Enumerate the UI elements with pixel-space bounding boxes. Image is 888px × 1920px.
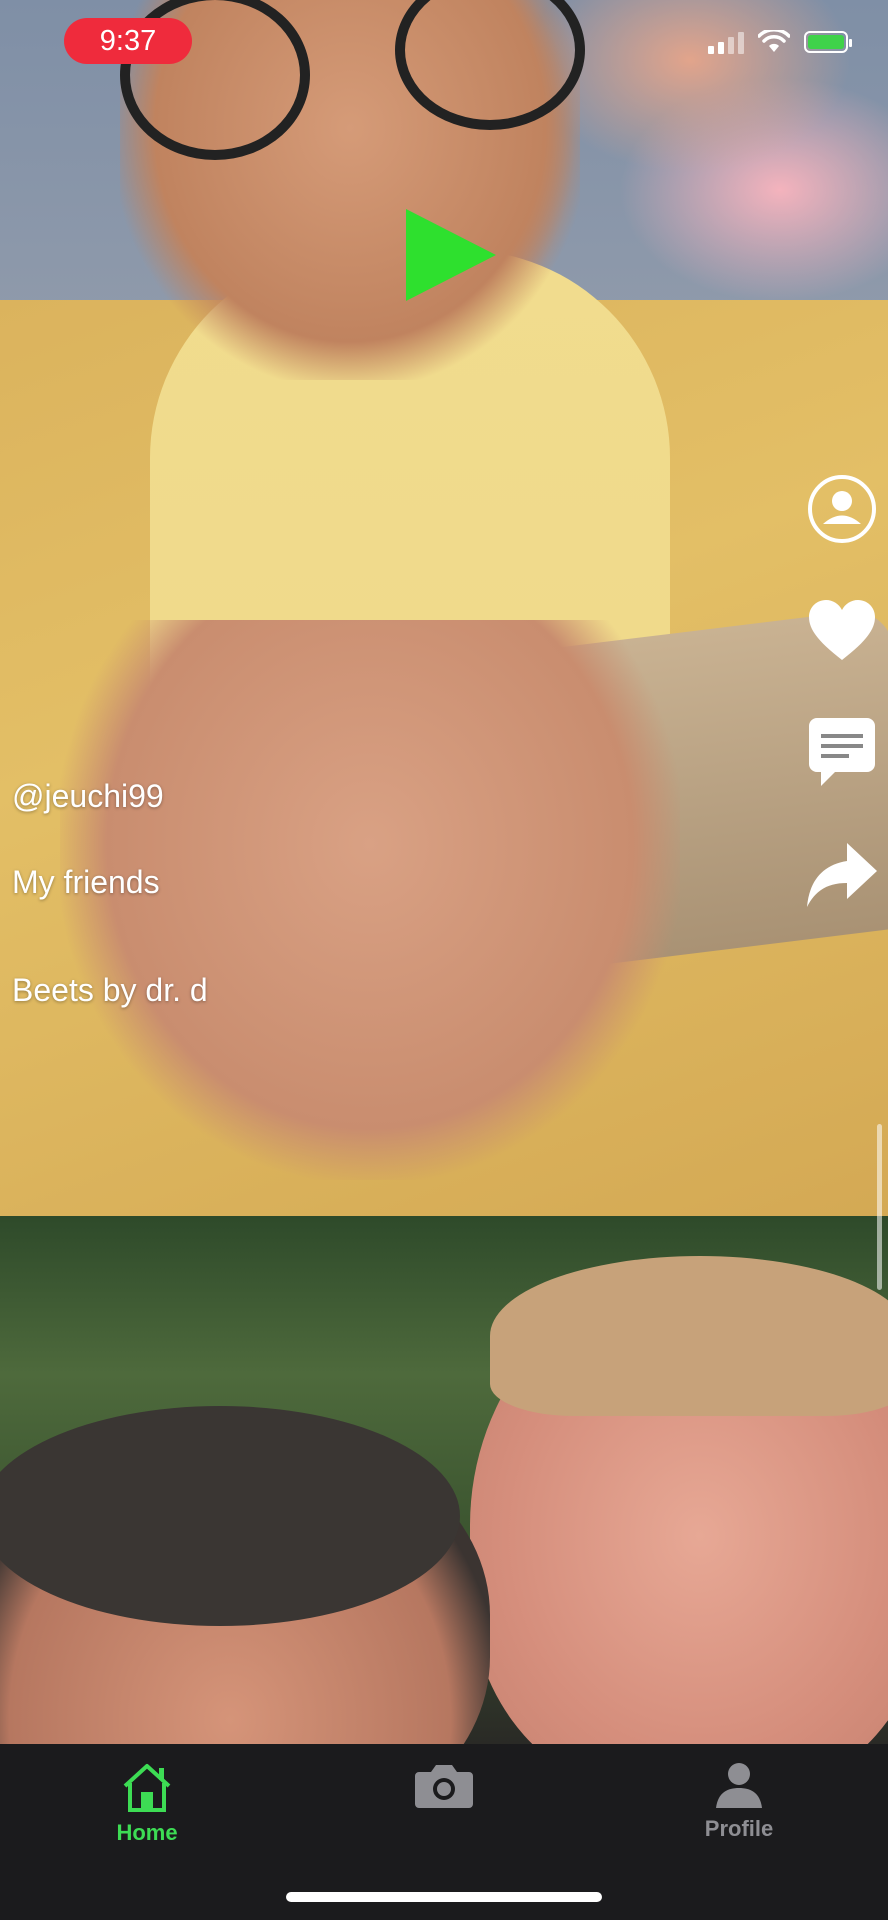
wifi-icon bbox=[758, 30, 790, 52]
like-button[interactable] bbox=[803, 592, 881, 670]
video-song[interactable]: Beets by dr. d bbox=[12, 972, 208, 1009]
status-icons bbox=[708, 30, 852, 54]
profile-icon bbox=[716, 1763, 762, 1808]
video-description: My friends bbox=[12, 864, 160, 900]
comment-button[interactable] bbox=[803, 714, 881, 792]
tab-profile-label: Profile bbox=[704, 1816, 774, 1841]
video-scene-hair bbox=[490, 1256, 888, 1416]
profile-circle-button[interactable] bbox=[803, 470, 881, 548]
camera-icon bbox=[415, 1765, 473, 1808]
video-current[interactable] bbox=[0, 0, 888, 1216]
heart-icon bbox=[809, 600, 875, 660]
play-icon[interactable] bbox=[400, 205, 500, 310]
share-button[interactable] bbox=[803, 836, 881, 914]
profile-circle-icon bbox=[808, 475, 876, 543]
home-icon bbox=[123, 1764, 171, 1812]
battery-icon bbox=[804, 31, 852, 53]
home-indicator[interactable] bbox=[286, 1892, 602, 1902]
tab-home[interactable]: Home bbox=[67, 1762, 227, 1846]
video-next[interactable] bbox=[0, 1216, 888, 1744]
action-rail bbox=[802, 470, 882, 958]
tab-camera[interactable] bbox=[364, 1762, 524, 1808]
status-time: 9:37 bbox=[64, 18, 192, 64]
tab-profile[interactable]: Profile bbox=[659, 1762, 819, 1842]
scroll-indicator[interactable] bbox=[877, 1124, 882, 1290]
video-username[interactable]: @jeuchi99 bbox=[12, 778, 164, 815]
tab-home-label: Home bbox=[116, 1820, 178, 1845]
cellular-signal-icon bbox=[708, 30, 744, 54]
comment-icon bbox=[809, 718, 875, 786]
share-icon bbox=[807, 843, 877, 907]
video-scene-hair bbox=[0, 1406, 460, 1626]
screen: 9:37 @jeuchi99 My friends Beets by dr. d… bbox=[0, 0, 888, 1920]
